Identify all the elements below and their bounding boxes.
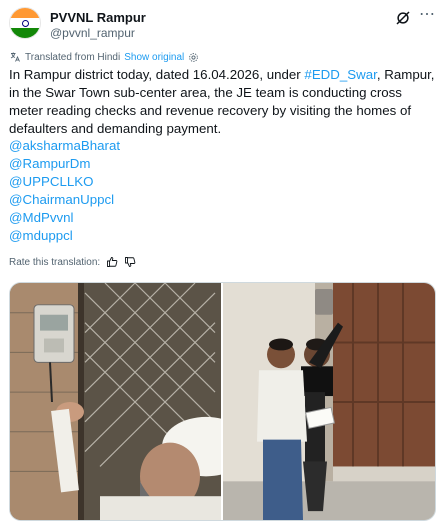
mentions-list: @aksharmaBharat @RampurDm @UPPCLLKO @Cha…: [9, 137, 120, 245]
thumbs-up-icon[interactable]: [106, 256, 118, 268]
account-handle[interactable]: @pvvnl_rampur: [50, 26, 135, 40]
grok-icon[interactable]: [394, 9, 412, 27]
thumbs-down-icon[interactable]: [124, 256, 136, 268]
tweet-header: PVVNL Rampur @pvvnl_rampur ⋯: [9, 7, 436, 43]
tweet-text: In Rampur district today, dated 16.04.20…: [9, 66, 437, 138]
mention-link[interactable]: @RampurDm: [9, 155, 120, 173]
display-name[interactable]: PVVNL Rampur: [50, 10, 146, 25]
avatar[interactable]: [9, 7, 41, 39]
mention-link[interactable]: @ChairmanUppcl: [9, 191, 120, 209]
tweet-text-start: In Rampur district today, dated 16.04.20…: [9, 67, 305, 82]
rate-label: Rate this translation:: [9, 256, 101, 268]
translated-label: Translated from Hindi: [25, 51, 121, 63]
media-grid: [9, 282, 436, 521]
photo-team-recording[interactable]: [223, 283, 435, 520]
translate-icon: [10, 52, 20, 62]
photo-meter-inspection[interactable]: [10, 283, 221, 520]
gear-icon[interactable]: [188, 52, 199, 63]
mention-link[interactable]: @mduppcl: [9, 227, 120, 245]
hashtag-link[interactable]: #EDD_Swar: [304, 67, 376, 82]
rate-translation: Rate this translation:: [9, 256, 136, 268]
chakra-icon: [21, 19, 29, 27]
more-options-icon[interactable]: ⋯: [418, 7, 436, 26]
mention-link[interactable]: @MdPvvnl: [9, 209, 120, 227]
translation-notice: Translated from Hindi Show original: [9, 51, 199, 63]
show-original-link[interactable]: Show original: [124, 52, 184, 63]
mention-link[interactable]: @UPPCLLKO: [9, 173, 120, 191]
mention-link[interactable]: @aksharmaBharat: [9, 137, 120, 155]
